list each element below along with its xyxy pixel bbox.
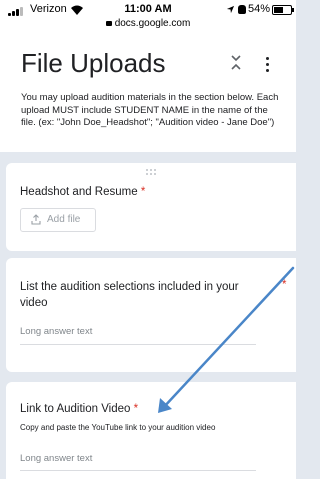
question-card-selections: List the audition selections included in…	[6, 258, 296, 372]
question-description: Copy and paste the YouTube link to your …	[20, 423, 216, 432]
battery-icon	[272, 5, 294, 15]
url-bar[interactable]: docs.google.com	[0, 18, 296, 29]
drag-handle-icon[interactable]	[146, 169, 158, 175]
input-underline	[20, 344, 256, 345]
alarm-icon	[238, 5, 246, 14]
add-file-label: Add file	[47, 214, 81, 225]
add-file-button[interactable]: Add file	[20, 208, 96, 232]
form-description: You may upload audition materials in the…	[21, 92, 279, 128]
required-asterisk: *	[140, 186, 146, 198]
collapse-icon[interactable]	[228, 53, 244, 73]
required-asterisk: *	[133, 403, 139, 415]
question-title: Link to Audition Video *	[20, 403, 139, 415]
battery-percent: 54%	[248, 3, 271, 15]
input-underline	[20, 470, 256, 471]
location-icon	[226, 5, 235, 14]
upload-icon	[31, 214, 41, 225]
url-text: docs.google.com	[114, 18, 191, 29]
status-bar: Verizon 11:00 AM docs.google.com 54%	[0, 0, 296, 34]
long-answer-input[interactable]: Long answer text	[20, 326, 92, 337]
question-card-headshot: Headshot and Resume * Add file	[6, 163, 296, 251]
form-title: File Uploads	[21, 48, 166, 78]
question-title: List the audition selections included in…	[20, 281, 239, 309]
more-options-icon[interactable]	[264, 54, 272, 74]
long-answer-input[interactable]: Long answer text	[20, 453, 92, 464]
required-asterisk: *	[282, 279, 287, 291]
lock-icon	[105, 21, 112, 26]
question-card-video-link: Link to Audition Video * Copy and paste …	[6, 382, 296, 479]
form-header-card: File Uploads You may upload audition mat…	[0, 34, 296, 152]
question-title: Headshot and Resume *	[20, 186, 146, 198]
